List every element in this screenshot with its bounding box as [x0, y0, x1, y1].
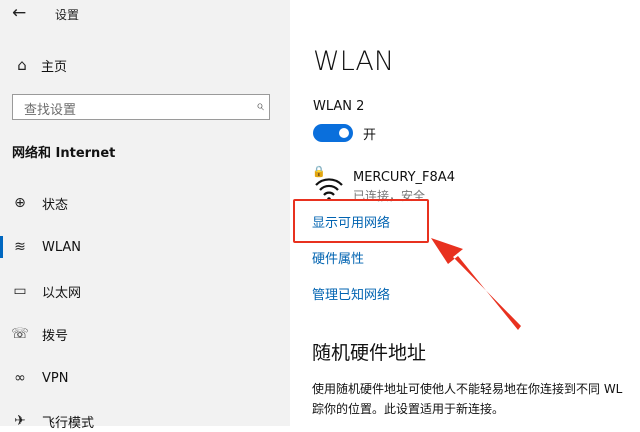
annotation-arrow: [431, 238, 521, 330]
